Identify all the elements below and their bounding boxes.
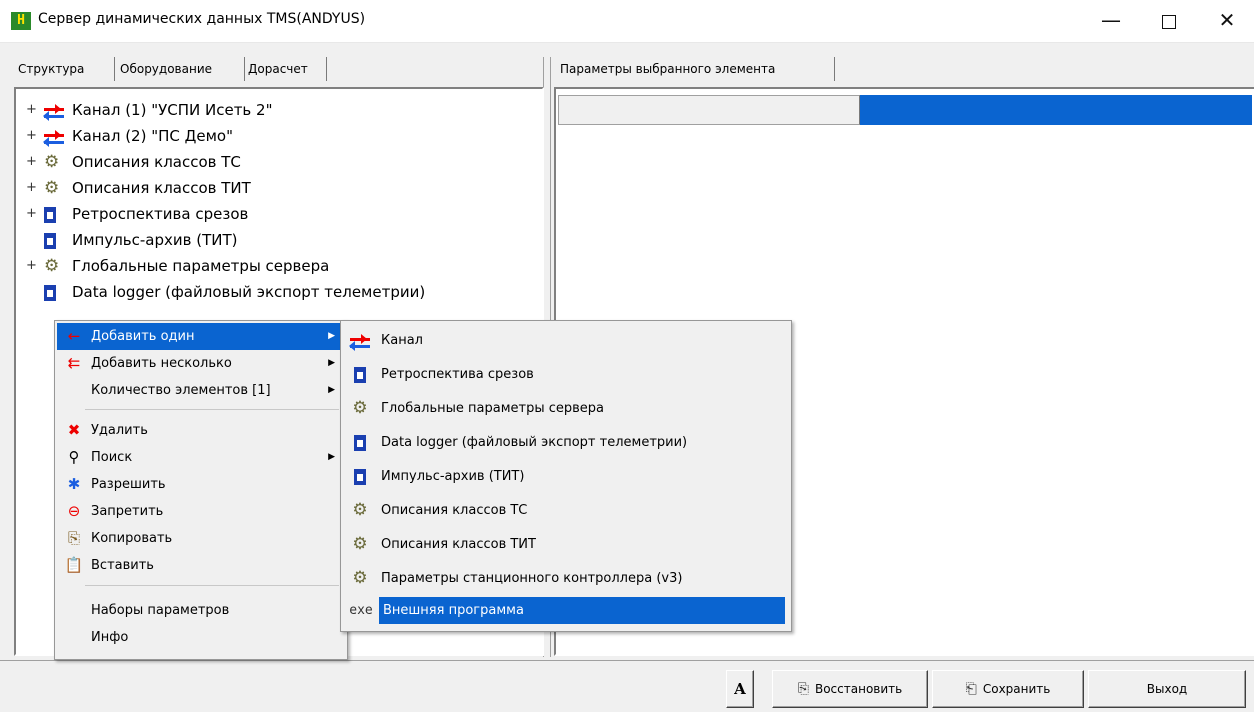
app-icon: H xyxy=(11,12,31,30)
delete-icon: ✖ xyxy=(67,421,81,439)
main-window: H Сервер динамических данных TMS(ANDYUS)… xyxy=(0,0,1254,712)
gears-icon: ⚙ xyxy=(352,500,368,520)
gears-icon: ⚙ xyxy=(44,256,60,276)
submenu-arrow-icon: ▶ xyxy=(328,385,335,395)
maximize-button[interactable] xyxy=(1140,0,1198,42)
menu-item-disable[interactable]: ⊖ Запретить xyxy=(57,498,343,525)
tab-recalc[interactable]: Дорасчет xyxy=(244,57,327,81)
tree-item-label: Глобальные параметры сервера xyxy=(72,257,330,275)
menu-item-enable[interactable]: ✱ Разрешить xyxy=(57,471,343,498)
menu-item-add-several[interactable]: ⇇ Добавить несколько ▶ xyxy=(57,350,343,377)
submenu-item-ts-classes[interactable]: ⚙ Описания классов ТС xyxy=(343,497,787,524)
menu-item-search[interactable]: ⚲ Поиск ▶ xyxy=(57,444,343,471)
add-one-submenu: Канал Ретроспектива срезов ⚙ Глобальные … xyxy=(340,320,792,632)
disable-icon: ⊖ xyxy=(67,502,81,520)
expand-icon[interactable]: + xyxy=(26,123,37,149)
restore-label: Восстановить xyxy=(814,682,903,696)
submenu-arrow-icon: ▶ xyxy=(328,331,335,341)
submenu-item-retrospective[interactable]: Ретроспектива срезов xyxy=(343,361,787,388)
submenu-item-global-params[interactable]: ⚙ Глобальные параметры сервера xyxy=(343,395,787,422)
save-label: Сохранить xyxy=(982,682,1051,696)
menu-item-add-one[interactable]: ← Добавить один ▶ xyxy=(57,323,343,350)
exe-icon: exe xyxy=(349,603,373,618)
submenu-arrow-icon: ▶ xyxy=(328,358,335,368)
menu-item-delete[interactable]: ✖ Удалить xyxy=(57,417,343,444)
menu-item-paste[interactable]: 📋 Вставить xyxy=(57,552,343,579)
title-bar: H Сервер динамических данных TMS(ANDYUS)… xyxy=(0,0,1254,43)
submenu-item-channel[interactable]: Канал xyxy=(343,327,787,354)
expand-icon[interactable]: + xyxy=(26,175,37,201)
menu-separator xyxy=(85,585,339,586)
expand-icon[interactable]: + xyxy=(26,149,37,175)
gears-icon: ⚙ xyxy=(352,534,368,554)
gears-icon: ⚙ xyxy=(44,152,60,172)
tree-item-label: Канал (1) "УСПИ Исеть 2" xyxy=(72,101,273,119)
menu-item-copy[interactable]: ⎘ Копировать xyxy=(57,525,343,552)
close-button[interactable]: ✕ xyxy=(1198,0,1254,42)
document-icon xyxy=(44,227,66,253)
menu-item-param-sets[interactable]: Наборы параметров xyxy=(57,597,343,624)
expand-icon[interactable]: + xyxy=(26,201,37,227)
gears-icon: ⚙ xyxy=(352,398,368,418)
submenu-item-station-controller[interactable]: ⚙ Параметры станционного контроллера (v3… xyxy=(343,565,787,592)
expand-icon[interactable]: + xyxy=(26,253,37,279)
copy-icon: ⎘ xyxy=(67,529,80,547)
restore-button[interactable]: ⎘ Восстановить xyxy=(772,670,928,708)
submenu-item-data-logger[interactable]: Data logger (файловый экспорт телеметрии… xyxy=(343,429,787,456)
grid-header-cell[interactable] xyxy=(558,95,860,125)
save-button[interactable]: ⎗ Сохранить xyxy=(932,670,1084,708)
tree-item-label: Импульс-архив (ТИТ) xyxy=(72,231,238,249)
maximize-icon xyxy=(1162,14,1176,29)
tree-item-label: Описания классов ТС xyxy=(72,153,241,171)
menu-item-info[interactable]: Инфо xyxy=(57,624,343,651)
arrow-left-icon: ← xyxy=(67,327,81,345)
gears-icon: ⚙ xyxy=(352,568,368,588)
grid-selected-row[interactable] xyxy=(860,95,1252,125)
arrows-icon: ⇇ xyxy=(67,354,81,372)
paste-icon: 📋 xyxy=(64,556,84,574)
submenu-item-tit-classes[interactable]: ⚙ Описания классов ТИТ xyxy=(343,531,787,558)
channel-icon xyxy=(349,327,371,354)
tree-item-label: Описания классов ТИТ xyxy=(72,179,251,197)
context-menu: ← Добавить один ▶ ⇇ Добавить несколько ▶… xyxy=(54,320,348,660)
channel-icon xyxy=(43,97,66,123)
search-icon: ⚲ xyxy=(68,448,80,466)
tree-item-label: Канал (2) "ПС Демо" xyxy=(72,127,233,145)
document-icon xyxy=(44,279,66,305)
document-icon xyxy=(349,361,371,388)
tab-equipment[interactable]: Оборудование xyxy=(116,57,245,81)
restore-icon: ⎘ xyxy=(797,681,809,697)
minimize-button[interactable]: — xyxy=(1082,0,1140,42)
tree-item-label: Ретроспектива срезов xyxy=(72,205,249,223)
exit-button[interactable]: Выход xyxy=(1088,670,1246,708)
submenu-item-impulse-archive[interactable]: Импульс-архив (ТИТ) xyxy=(343,463,787,490)
document-icon xyxy=(349,429,371,456)
submenu-arrow-icon: ▶ xyxy=(328,452,335,462)
document-icon xyxy=(349,463,371,490)
window-title: Сервер динамических данных TMS(ANDYUS) xyxy=(38,11,366,27)
tab-selected-params[interactable]: Параметры выбранного элемента xyxy=(556,57,835,81)
expand-icon[interactable]: + xyxy=(26,97,37,123)
document-icon xyxy=(44,201,66,227)
tab-structure[interactable]: Структура xyxy=(14,57,115,81)
submenu-item-external-program[interactable]: Внешняя программа xyxy=(379,597,785,624)
menu-separator xyxy=(85,409,339,410)
enable-icon: ✱ xyxy=(67,475,81,493)
tree-item-label: Data logger (файловый экспорт телеметрии… xyxy=(72,283,426,301)
channel-icon xyxy=(43,123,66,149)
font-button[interactable]: A xyxy=(726,670,754,708)
gears-icon: ⚙ xyxy=(44,178,60,198)
menu-item-count[interactable]: Количество элементов [1] ▶ xyxy=(57,377,343,404)
save-icon: ⎗ xyxy=(965,681,977,697)
